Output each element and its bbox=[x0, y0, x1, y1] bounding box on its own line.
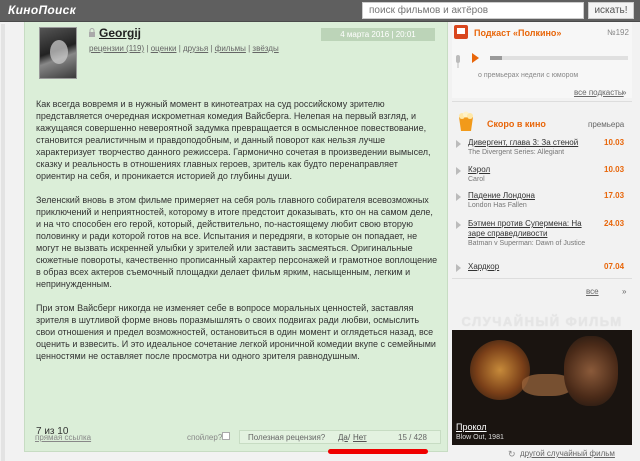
movie-title[interactable]: Бэтмен против Супермена: На заре справед… bbox=[468, 219, 592, 239]
chevron-right-icon: » bbox=[622, 287, 627, 296]
author-links: рецензии (119) | оценки | друзья | фильм… bbox=[89, 44, 279, 53]
podcast-icon bbox=[454, 25, 468, 39]
review-date: 4 марта 2016 | 20:01 bbox=[321, 28, 435, 41]
play-icon[interactable] bbox=[472, 53, 479, 63]
arrow-icon bbox=[456, 221, 461, 229]
useful-vote-box: Полезная рецензия? Да / Нет 15 / 428 bbox=[239, 430, 441, 444]
spoiler-label: спойлер? bbox=[187, 433, 223, 442]
arrow-icon bbox=[456, 167, 461, 175]
author-link-films[interactable]: фильмы bbox=[215, 44, 246, 53]
author-link-reviews[interactable]: рецензии (119) bbox=[89, 44, 144, 53]
premiere-label: премьера bbox=[588, 120, 625, 129]
podcast-widget: Подкаст «Полкино» №192 о премьерах недел… bbox=[452, 22, 632, 98]
player-progress-track[interactable] bbox=[490, 56, 628, 60]
all-podcasts-link[interactable]: все подкасты bbox=[574, 88, 624, 97]
search-input[interactable] bbox=[362, 2, 584, 19]
vote-counter: 15 / 428 bbox=[398, 433, 427, 442]
podcast-title[interactable]: Подкаст «Полкино» bbox=[474, 28, 561, 38]
movie-title[interactable]: Дивергент, глава 3: За стеной bbox=[468, 138, 592, 148]
coming-soon-title: Скоро в кино bbox=[487, 119, 546, 129]
poster-image bbox=[470, 340, 530, 400]
podcast-description: о премьерах недели с юмором bbox=[478, 72, 579, 79]
poster-image bbox=[564, 336, 618, 406]
useful-label: Полезная рецензия? bbox=[248, 433, 326, 442]
movie-date: 10.03 bbox=[604, 165, 625, 174]
all-coming-soon-link[interactable]: все bbox=[586, 287, 599, 296]
chevron-right-icon: » bbox=[622, 88, 627, 97]
player-progress-fill bbox=[490, 56, 503, 60]
arrow-icon bbox=[456, 193, 461, 201]
spoiler-checkbox[interactable] bbox=[222, 432, 230, 440]
review-card: Georgij рецензии (119) | оценки | друзья… bbox=[24, 22, 448, 452]
user-avatar[interactable] bbox=[39, 27, 77, 79]
author-link-friends[interactable]: друзья bbox=[183, 44, 208, 53]
vote-yes-link[interactable]: Да bbox=[338, 433, 348, 442]
popcorn-icon bbox=[459, 111, 473, 131]
podcast-number: №192 bbox=[607, 28, 629, 37]
top-bar: КиноПоиск искать! bbox=[0, 0, 640, 22]
movie-title[interactable]: Кэрол bbox=[468, 165, 592, 175]
random-film-header: СЛУЧАЙНЫЙ ФИЛЬМ bbox=[461, 314, 623, 329]
random-film-poster[interactable]: Прокол Blow Out, 1981 bbox=[452, 330, 632, 445]
author-link-ratings[interactable]: оценки bbox=[151, 44, 177, 53]
movie-title[interactable]: Падение Лондона bbox=[468, 191, 592, 201]
review-body: Как всегда вовремя и в нужный момент в к… bbox=[36, 98, 438, 374]
review-author[interactable]: Georgij bbox=[99, 26, 141, 40]
movie-original-title: London Has Fallen bbox=[468, 202, 527, 209]
microphone-icon bbox=[456, 55, 460, 68]
random-film-subtitle: Blow Out, 1981 bbox=[456, 434, 504, 441]
page-edge bbox=[1, 24, 5, 461]
arrow-icon bbox=[456, 140, 461, 148]
movie-original-title: Batman v Superman: Dawn of Justice bbox=[468, 240, 586, 247]
movie-date: 07.04 bbox=[604, 262, 625, 271]
review-paragraph: Зеленский вновь в этом фильме примеряет … bbox=[36, 195, 438, 289]
search-button[interactable]: искать! bbox=[588, 2, 634, 19]
site-logo[interactable]: КиноПоиск bbox=[8, 3, 76, 17]
divider bbox=[452, 101, 632, 102]
review-footer: прямая ссылка спойлер? Полезная рецензия… bbox=[35, 430, 441, 447]
podcast-player[interactable] bbox=[472, 52, 632, 64]
review-paragraph: Как всегда вовремя и в нужный момент в к… bbox=[36, 99, 431, 181]
coming-soon-widget: Скоро в кино премьера Дивергент, глава 3… bbox=[452, 107, 632, 307]
user-icon bbox=[89, 28, 95, 37]
movie-original-title: The Divergent Series: Allegiant bbox=[468, 149, 565, 156]
author-link-stars[interactable]: звёзды bbox=[252, 44, 278, 53]
vote-separator: / bbox=[348, 433, 351, 442]
permalink[interactable]: прямая ссылка bbox=[35, 433, 91, 442]
random-film-title[interactable]: Прокол bbox=[456, 422, 487, 432]
other-random-film-link[interactable]: другой случайный фильм bbox=[520, 449, 615, 458]
arrow-icon bbox=[456, 264, 461, 272]
movie-title[interactable]: Хардкор bbox=[468, 262, 592, 272]
red-highlight-mark bbox=[328, 449, 428, 454]
movie-original-title: Carol bbox=[468, 176, 485, 183]
movie-date: 10.03 bbox=[604, 138, 625, 147]
refresh-icon[interactable]: ↻ bbox=[508, 449, 516, 460]
divider bbox=[452, 278, 632, 279]
review-paragraph: При этом Вайсберг никогда не изменяет се… bbox=[36, 303, 436, 361]
movie-date: 17.03 bbox=[604, 191, 625, 200]
movie-date: 24.03 bbox=[604, 219, 625, 228]
vote-no-link[interactable]: Нет bbox=[353, 433, 367, 442]
